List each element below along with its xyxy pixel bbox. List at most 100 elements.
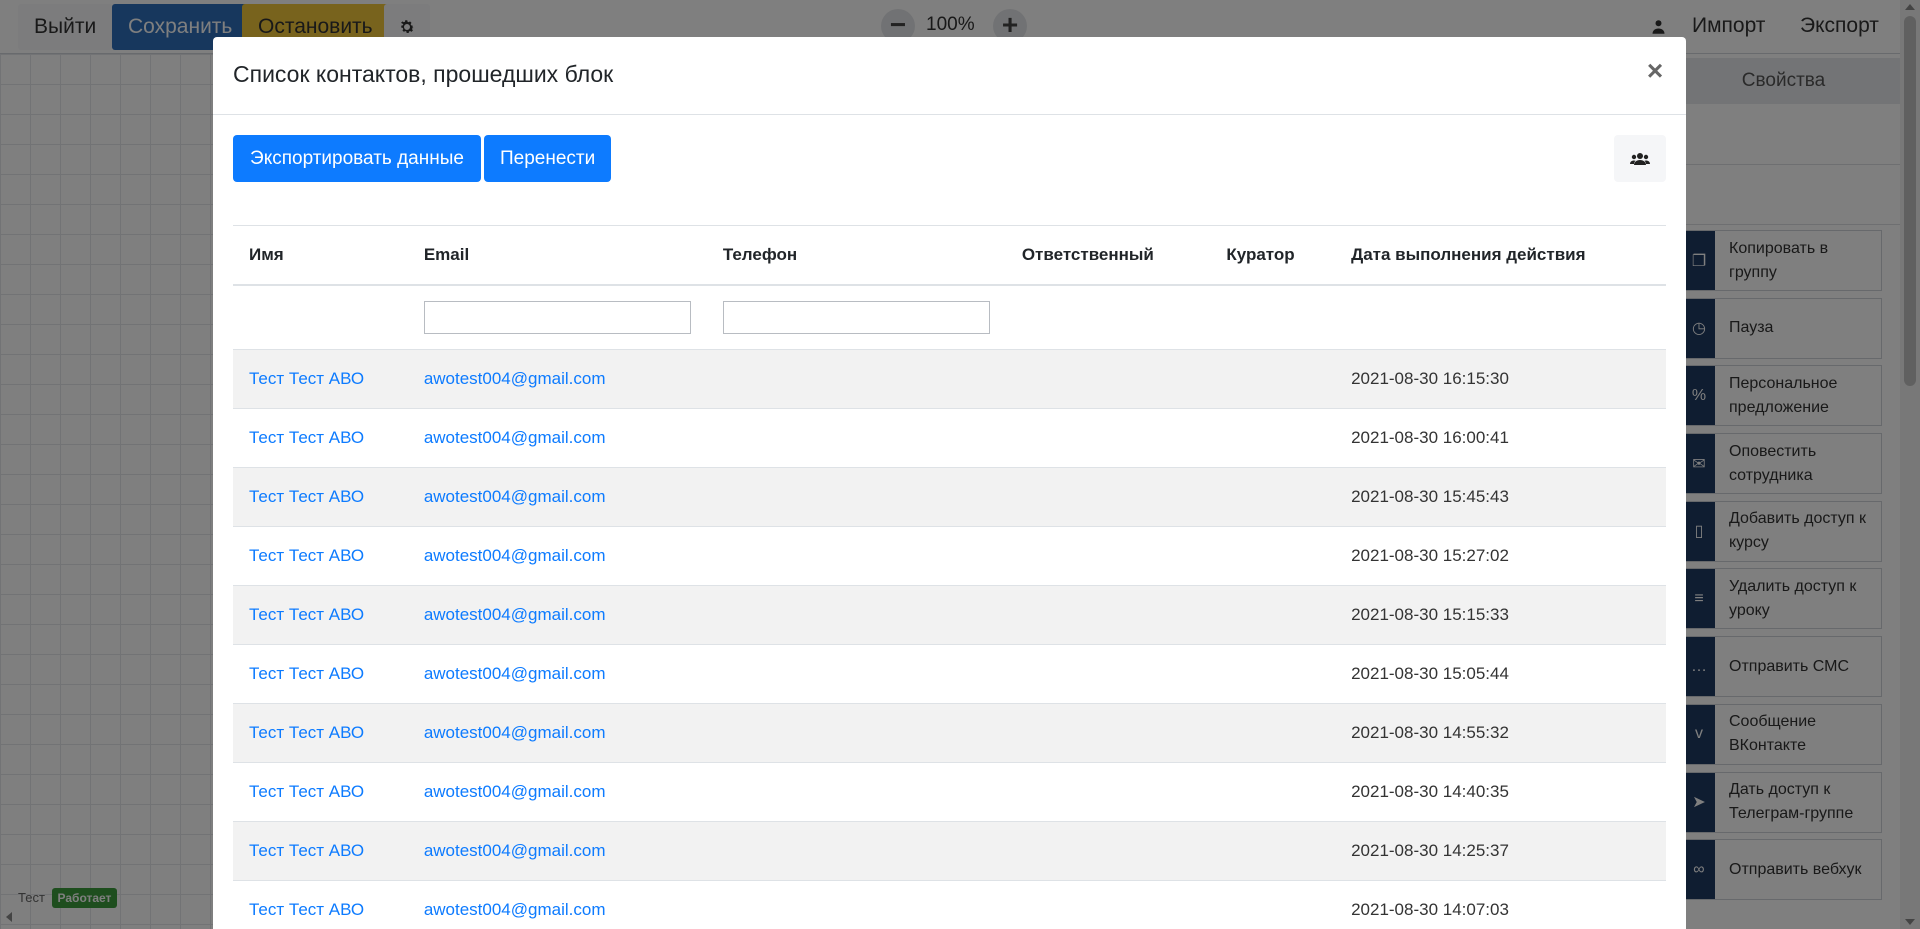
table-row: Тест Тест АВО awotest004@gmail.com 2021-08… xyxy=(233,408,1666,468)
table-row: Тест Тест АВО awotest004@gmail.com 2021-08… xyxy=(233,821,1666,881)
table-cell xyxy=(1005,349,1211,409)
contact-name-link[interactable]: Тест Тест АВО xyxy=(249,369,364,388)
table-cell xyxy=(1005,762,1211,822)
table-cell xyxy=(1210,585,1336,645)
column-header-curator[interactable]: Куратор xyxy=(1210,225,1336,286)
export-data-button[interactable]: Экспортировать данные xyxy=(233,135,481,182)
table-cell: 2021-08-30 16:15:30 xyxy=(1335,349,1666,409)
action-date: 2021-08-30 15:27:02 xyxy=(1351,546,1509,565)
table-cell xyxy=(706,526,1006,586)
table-row: Тест Тест АВО awotest004@gmail.com 2021-08… xyxy=(233,585,1666,645)
contact-name-link[interactable]: Тест Тест АВО xyxy=(249,664,364,683)
table-cell: Тест Тест АВО xyxy=(233,526,408,586)
table-cell: awotest004@gmail.com xyxy=(407,821,707,881)
table-cell: 2021-08-30 14:40:35 xyxy=(1335,762,1666,822)
table-cell: Тест Тест АВО xyxy=(233,467,408,527)
contact-name-link[interactable]: Тест Тест АВО xyxy=(249,605,364,624)
table-cell xyxy=(1005,880,1211,929)
table-cell: awotest004@gmail.com xyxy=(407,644,707,704)
table-cell: Тест Тест АВО xyxy=(233,703,408,763)
contact-email-link[interactable]: awotest004@gmail.com xyxy=(424,900,606,919)
action-date: 2021-08-30 15:45:43 xyxy=(1351,487,1509,506)
table-cell xyxy=(1210,526,1336,586)
filter-cell xyxy=(1335,284,1666,350)
filter-cell xyxy=(407,284,707,350)
email-filter-input[interactable] xyxy=(423,300,691,334)
table-cell xyxy=(706,644,1006,704)
contacts-table-wrapper: Имя Email Телефон Ответственный Куратор … xyxy=(233,225,1666,929)
table-cell: awotest004@gmail.com xyxy=(407,467,707,527)
table-row: Тест Тест АВО awotest004@gmail.com 2021-08… xyxy=(233,644,1666,704)
table-cell: 2021-08-30 15:05:44 xyxy=(1335,644,1666,704)
contact-email-link[interactable]: awotest004@gmail.com xyxy=(424,841,606,860)
action-date: 2021-08-30 14:40:35 xyxy=(1351,782,1509,801)
column-header-responsible[interactable]: Ответственный xyxy=(1005,225,1211,286)
column-header-phone[interactable]: Телефон xyxy=(706,225,1006,286)
table-cell xyxy=(706,762,1006,822)
contacts-modal: Список контактов, прошедших блок × Экспо… xyxy=(213,37,1686,929)
modal-title: Список контактов, прошедших блок xyxy=(233,61,614,87)
action-date: 2021-08-30 14:07:03 xyxy=(1351,900,1509,919)
table-cell: awotest004@gmail.com xyxy=(407,880,707,929)
column-header-name[interactable]: Имя xyxy=(233,225,408,286)
table-cell: 2021-08-30 15:27:02 xyxy=(1335,526,1666,586)
contact-name-link[interactable]: Тест Тест АВО xyxy=(249,782,364,801)
table-cell xyxy=(706,467,1006,527)
table-cell: Тест Тест АВО xyxy=(233,585,408,645)
contact-name-link[interactable]: Тест Тест АВО xyxy=(249,428,364,447)
contact-email-link[interactable]: awotest004@gmail.com xyxy=(424,605,606,624)
table-cell: awotest004@gmail.com xyxy=(407,762,707,822)
table-cell: Тест Тест АВО xyxy=(233,880,408,929)
modal-header: Список контактов, прошедших блок × xyxy=(213,37,1686,115)
table-cell xyxy=(706,349,1006,409)
table-cell xyxy=(706,880,1006,929)
contact-email-link[interactable]: awotest004@gmail.com xyxy=(424,428,606,447)
table-cell: 2021-08-30 15:15:33 xyxy=(1335,585,1666,645)
move-button[interactable]: Перенести xyxy=(484,135,611,182)
table-row: Тест Тест АВО awotest004@gmail.com 2021-08… xyxy=(233,526,1666,586)
table-cell: 2021-08-30 15:45:43 xyxy=(1335,467,1666,527)
table-cell xyxy=(1005,585,1211,645)
table-cell xyxy=(706,703,1006,763)
contact-email-link[interactable]: awotest004@gmail.com xyxy=(424,369,606,388)
table-header-row: Имя Email Телефон Ответственный Куратор … xyxy=(233,225,1666,286)
table-cell: awotest004@gmail.com xyxy=(407,585,707,645)
action-date: 2021-08-30 15:05:44 xyxy=(1351,664,1509,683)
table-cell: Тест Тест АВО xyxy=(233,349,408,409)
users-button[interactable] xyxy=(1614,135,1666,182)
action-date: 2021-08-30 16:00:41 xyxy=(1351,428,1509,447)
table-cell: awotest004@gmail.com xyxy=(407,408,707,468)
contact-name-link[interactable]: Тест Тест АВО xyxy=(249,841,364,860)
contact-email-link[interactable]: awotest004@gmail.com xyxy=(424,546,606,565)
contact-name-link[interactable]: Тест Тест АВО xyxy=(249,546,364,565)
column-header-email[interactable]: Email xyxy=(407,225,707,286)
contact-email-link[interactable]: awotest004@gmail.com xyxy=(424,723,606,742)
table-cell xyxy=(1210,762,1336,822)
table-cell xyxy=(706,408,1006,468)
table-cell: Тест Тест АВО xyxy=(233,408,408,468)
contact-email-link[interactable]: awotest004@gmail.com xyxy=(424,782,606,801)
filter-cell xyxy=(706,284,1006,350)
contact-name-link[interactable]: Тест Тест АВО xyxy=(249,723,364,742)
table-cell xyxy=(1210,349,1336,409)
table-cell xyxy=(1005,644,1211,704)
table-cell xyxy=(1005,526,1211,586)
table-cell xyxy=(1210,408,1336,468)
table-cell: awotest004@gmail.com xyxy=(407,349,707,409)
table-cell: 2021-08-30 16:00:41 xyxy=(1335,408,1666,468)
column-header-date[interactable]: Дата выполнения действия xyxy=(1335,225,1666,286)
close-button[interactable]: × xyxy=(1640,55,1670,87)
table-cell: 2021-08-30 14:07:03 xyxy=(1335,880,1666,929)
filter-cell xyxy=(233,284,408,350)
table-row: Тест Тест АВО awotest004@gmail.com 2021-08… xyxy=(233,467,1666,527)
contact-name-link[interactable]: Тест Тест АВО xyxy=(249,900,364,919)
phone-filter-input[interactable] xyxy=(722,300,990,334)
table-cell xyxy=(1005,821,1211,881)
contact-email-link[interactable]: awotest004@gmail.com xyxy=(424,487,606,506)
table-cell xyxy=(1005,703,1211,763)
contact-name-link[interactable]: Тест Тест АВО xyxy=(249,487,364,506)
users-icon xyxy=(1630,152,1650,165)
table-row: Тест Тест АВО awotest004@gmail.com 2021-08… xyxy=(233,762,1666,822)
table-cell: Тест Тест АВО xyxy=(233,821,408,881)
contact-email-link[interactable]: awotest004@gmail.com xyxy=(424,664,606,683)
